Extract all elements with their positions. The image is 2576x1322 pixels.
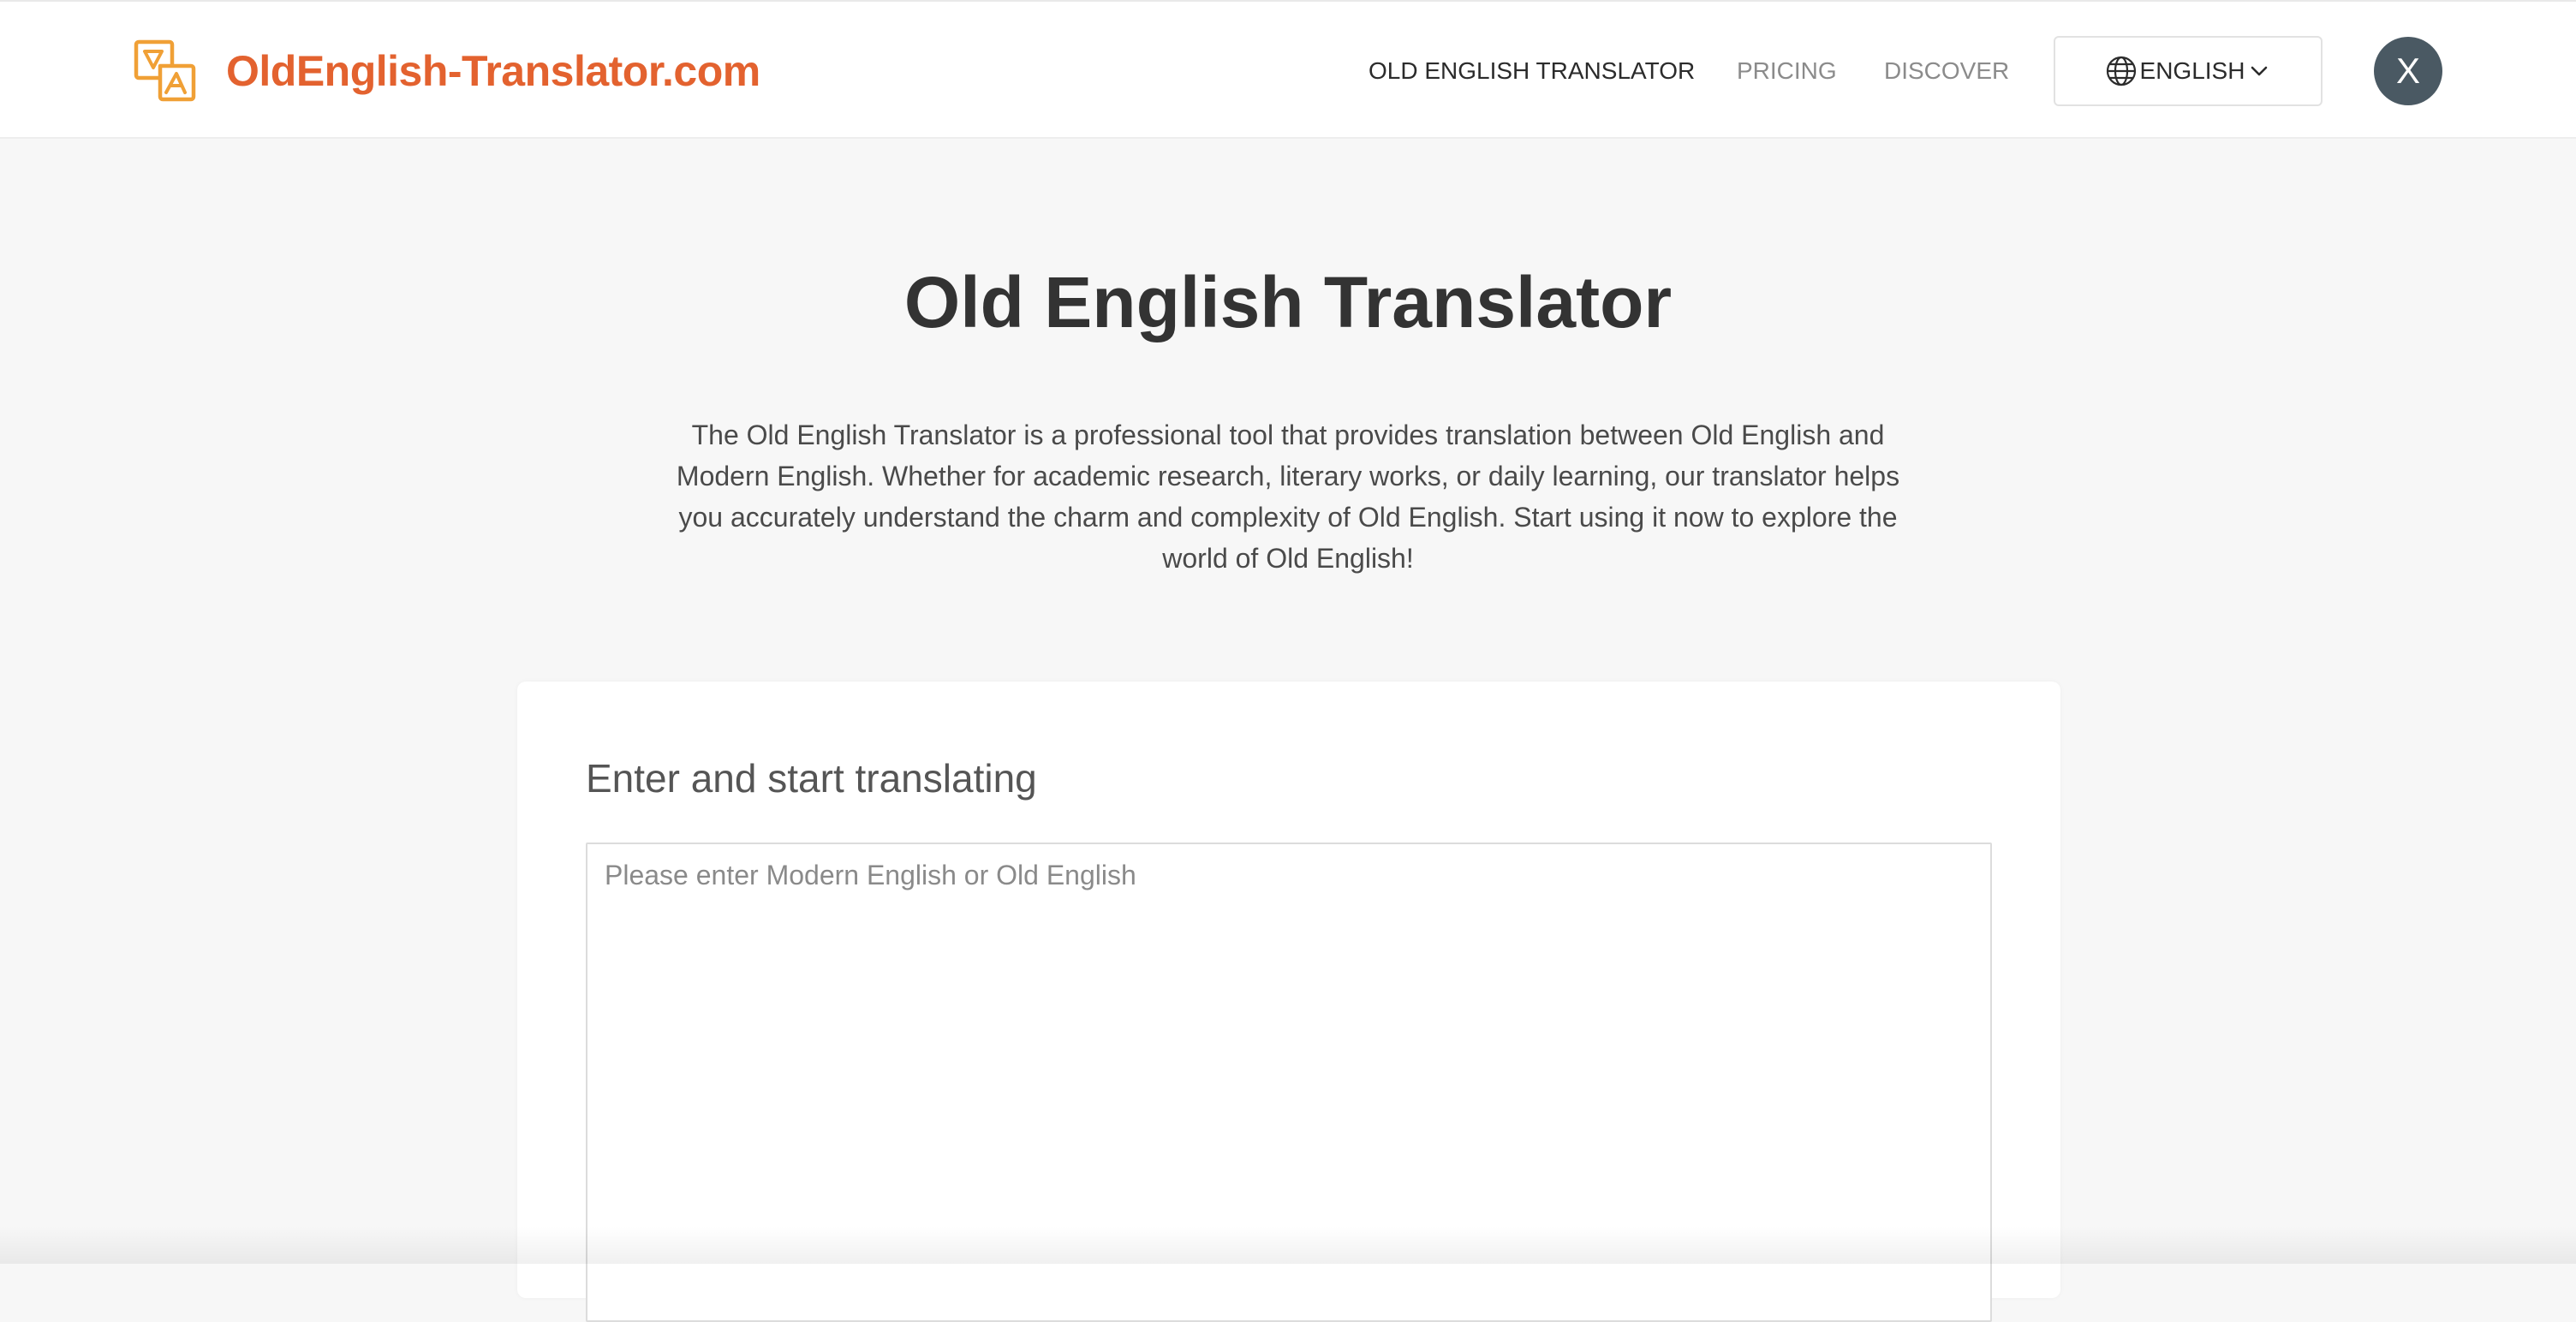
translate-swap-icon [134, 39, 196, 102]
nav-old-english-translator[interactable]: OLD ENGLISH TRANSLATOR [1368, 57, 1695, 86]
page-title: Old English Translator [903, 262, 1673, 342]
language-selector-button[interactable]: ENGLISH [2054, 36, 2323, 106]
intro-description: The Old English Translator is a professi… [676, 420, 1900, 574]
translator-heading: Enter and start translating [586, 756, 1037, 801]
nav-pricing[interactable]: PRICING [1737, 57, 1837, 86]
chevron-down-icon [2251, 66, 2268, 76]
site-logo[interactable]: OldEnglish-Translator.com [134, 39, 760, 103]
user-avatar[interactable]: X [2374, 37, 2442, 105]
site-logo-text: OldEnglish-Translator.com [226, 47, 760, 95]
site-header: OldEnglish-Translator.com OLD ENGLISH TR… [0, 0, 2576, 139]
translation-input[interactable] [586, 843, 1992, 1322]
language-label: ENGLISH [2139, 57, 2245, 84]
translator-card: Enter and start translating [517, 682, 2060, 1322]
nav-discover[interactable]: DISCOVER [1884, 57, 2009, 86]
globe-icon [2106, 56, 2136, 86]
